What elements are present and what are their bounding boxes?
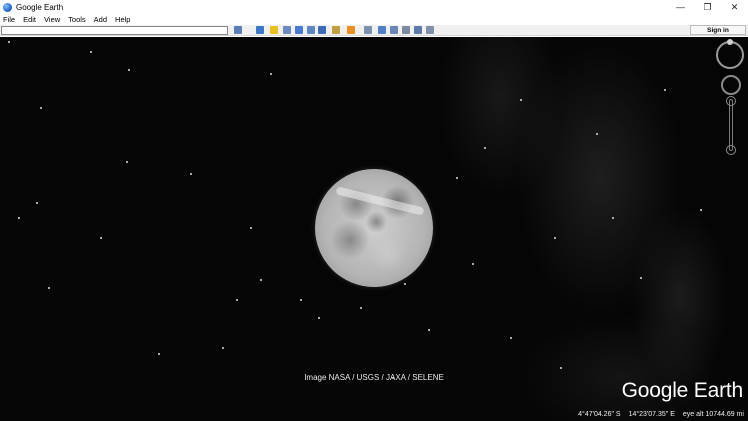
search-icon[interactable]: [234, 26, 242, 34]
menu-add[interactable]: Add: [90, 15, 111, 24]
star: [554, 237, 556, 239]
path-icon[interactable]: [295, 26, 303, 34]
menu-tools[interactable]: Tools: [64, 15, 90, 24]
planets-icon[interactable]: [364, 26, 372, 34]
look-joystick[interactable]: [721, 75, 741, 95]
north-indicator-icon[interactable]: [727, 39, 733, 45]
longitude-readout: 14°23'07.35" E: [628, 411, 675, 418]
window-controls: — ❐ ✕: [667, 0, 748, 14]
star: [8, 41, 10, 43]
star: [700, 209, 702, 211]
zoom-slider[interactable]: [729, 99, 733, 151]
toolbar: Sign in: [0, 25, 748, 36]
history-icon[interactable]: [332, 26, 340, 34]
star: [90, 51, 92, 53]
polygon-icon[interactable]: [283, 26, 291, 34]
zoom-in-icon[interactable]: [726, 96, 736, 106]
menu-file[interactable]: File: [0, 15, 19, 24]
latitude-readout: 4°47'04.26" S: [578, 411, 621, 418]
star: [18, 217, 20, 219]
earth-3d-view[interactable]: Image NASA / USGS / JAXA / SELENE Google…: [0, 37, 748, 421]
star: [318, 317, 320, 319]
star: [510, 337, 512, 339]
star: [158, 353, 160, 355]
star: [300, 299, 302, 301]
star: [36, 202, 38, 204]
star: [40, 107, 42, 109]
menu-view[interactable]: View: [40, 15, 64, 24]
eye-altitude-readout: eye alt 10744.69 mi: [682, 411, 744, 418]
sign-in-button[interactable]: Sign in: [690, 25, 746, 35]
star: [128, 69, 130, 71]
tour-icon[interactable]: [318, 26, 326, 34]
ruler-icon[interactable]: [378, 26, 386, 34]
sidebar-icon[interactable]: [256, 26, 264, 34]
status-bar: 4°47'04.26" S 14°23'07.35" E eye alt 107…: [578, 411, 744, 418]
star: [360, 307, 362, 309]
star: [664, 89, 666, 91]
star: [640, 277, 642, 279]
search-input[interactable]: [1, 26, 228, 35]
star: [428, 329, 430, 331]
star: [484, 147, 486, 149]
star: [560, 367, 562, 369]
moon-globe[interactable]: [315, 169, 433, 287]
window-title: Google Earth: [16, 2, 64, 12]
menu-help[interactable]: Help: [111, 15, 134, 24]
star: [270, 73, 272, 75]
navigation-compass-ring[interactable]: [716, 41, 744, 69]
minimize-button[interactable]: —: [667, 0, 694, 14]
star: [48, 287, 50, 289]
print-icon[interactable]: [402, 26, 410, 34]
close-button[interactable]: ✕: [721, 0, 748, 14]
zoom-out-icon[interactable]: [726, 145, 736, 155]
google-earth-app-icon: [3, 2, 12, 12]
title-bar: Google Earth — ❐ ✕: [0, 0, 748, 14]
email-icon[interactable]: [390, 26, 398, 34]
star: [404, 283, 406, 285]
sun-icon[interactable]: [347, 26, 355, 34]
star: [612, 217, 614, 219]
star: [236, 299, 238, 301]
star: [260, 279, 262, 281]
menu-bar: File Edit View Tools Add Help: [0, 14, 748, 25]
star: [100, 237, 102, 239]
star: [596, 133, 598, 135]
save-image-icon[interactable]: [414, 26, 422, 34]
star: [190, 173, 192, 175]
restore-button[interactable]: ❐: [694, 0, 721, 14]
star: [126, 161, 128, 163]
star: [456, 177, 458, 179]
star: [392, 377, 394, 379]
star: [520, 99, 522, 101]
placemark-icon[interactable]: [270, 26, 278, 34]
google-earth-logo: Google Earth: [621, 379, 744, 402]
star: [250, 227, 252, 229]
maps-icon[interactable]: [426, 26, 434, 34]
menu-edit[interactable]: Edit: [19, 15, 40, 24]
star: [472, 263, 474, 265]
overlay-icon[interactable]: [307, 26, 315, 34]
star: [222, 347, 224, 349]
